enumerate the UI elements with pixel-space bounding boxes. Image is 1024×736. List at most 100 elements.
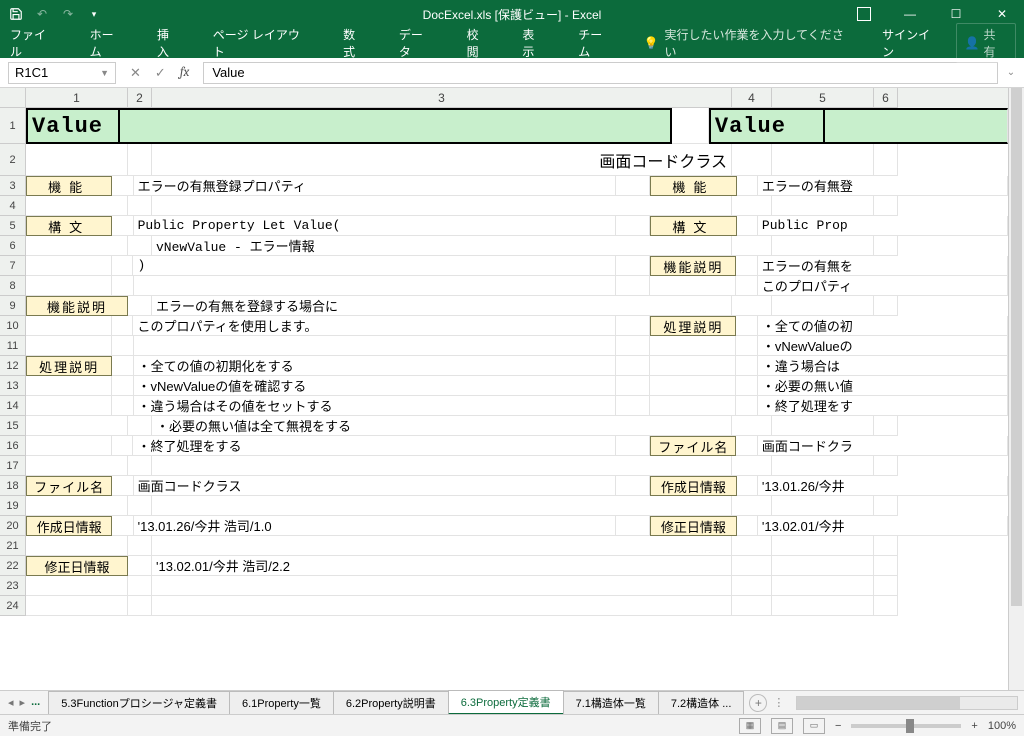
cell[interactable] [874, 576, 898, 596]
cell[interactable] [825, 108, 1008, 144]
cell[interactable] [736, 396, 757, 416]
cell[interactable] [26, 316, 112, 336]
cell[interactable] [650, 276, 736, 296]
col-header[interactable]: 4 [732, 88, 772, 108]
label-koubun[interactable]: 構文 [26, 216, 112, 236]
cell[interactable] [616, 476, 651, 496]
row-header[interactable]: 13 [0, 376, 26, 396]
cell[interactable] [874, 236, 898, 256]
cell[interactable] [874, 496, 898, 516]
select-all-corner[interactable] [0, 88, 26, 108]
cell[interactable] [26, 576, 128, 596]
col-header[interactable]: 3 [152, 88, 732, 108]
cell[interactable] [26, 596, 128, 616]
cells-area[interactable]: Value Value 画面コードクラス 機能 [26, 108, 1008, 690]
cell[interactable] [112, 436, 133, 456]
cell[interactable]: ) [133, 256, 615, 276]
cell[interactable] [120, 108, 672, 144]
cell[interactable] [772, 144, 874, 176]
cell[interactable] [112, 396, 133, 416]
cell[interactable] [616, 276, 651, 296]
label-shori-setsumei[interactable]: 処理説明 [26, 356, 112, 376]
cell[interactable] [112, 316, 133, 336]
chevron-down-icon[interactable]: ▼ [100, 68, 109, 78]
cell[interactable] [616, 176, 651, 196]
cell[interactable] [134, 276, 616, 296]
save-icon[interactable] [8, 6, 24, 22]
col-header[interactable]: 5 [772, 88, 874, 108]
cell[interactable] [736, 376, 757, 396]
cell[interactable] [128, 456, 152, 476]
cell[interactable] [672, 108, 709, 144]
cell[interactable] [26, 536, 128, 556]
cell[interactable]: 画面コードクラス [134, 476, 616, 496]
row-header[interactable]: 8 [0, 276, 26, 296]
cell[interactable]: このプロパティを使用します。 [133, 316, 615, 336]
cell[interactable] [772, 576, 874, 596]
row-header[interactable]: 3 [0, 176, 26, 196]
cell[interactable] [737, 216, 758, 236]
col-header[interactable]: 6 [874, 88, 898, 108]
cell[interactable] [112, 376, 133, 396]
cell[interactable] [152, 596, 732, 616]
cell[interactable] [732, 296, 772, 316]
cell[interactable] [732, 416, 772, 436]
label-file[interactable]: ファイル名 [26, 476, 112, 496]
cell[interactable] [128, 236, 152, 256]
row-header[interactable]: 7 [0, 256, 26, 276]
cell[interactable] [616, 356, 651, 376]
label-kinou[interactable]: 機能 [650, 176, 736, 196]
cell[interactable]: ・全ての値の初期化をする [134, 356, 616, 376]
row-header[interactable]: 15 [0, 416, 26, 436]
cell[interactable] [26, 396, 112, 416]
expand-formula-icon[interactable]: ⌄ [1004, 67, 1018, 78]
cell[interactable] [650, 396, 736, 416]
cancel-icon[interactable]: ✕ [130, 65, 141, 81]
cell[interactable] [732, 456, 772, 476]
cell[interactable] [26, 236, 128, 256]
view-page-break-icon[interactable]: ▭ [803, 718, 825, 734]
cell[interactable]: '13.01.26/今井 [758, 476, 1008, 496]
cell[interactable] [616, 256, 651, 276]
cell[interactable] [772, 596, 874, 616]
cell[interactable] [26, 256, 112, 276]
cell[interactable] [772, 536, 874, 556]
cell[interactable]: ・終了処理をす [758, 396, 1008, 416]
sheet-tab[interactable]: 6.2Property説明書 [333, 691, 449, 714]
row-header[interactable]: 20 [0, 516, 26, 536]
horizontal-scrollbar[interactable] [796, 696, 1018, 710]
cell[interactable] [26, 276, 112, 296]
cell[interactable] [874, 416, 898, 436]
cell[interactable] [736, 336, 757, 356]
cell[interactable] [736, 436, 757, 456]
cell[interactable] [874, 536, 898, 556]
label-sakusei[interactable]: 作成日情報 [26, 516, 112, 536]
scroll-thumb[interactable] [797, 697, 959, 709]
cell[interactable] [112, 256, 133, 276]
label-shusei[interactable]: 修正日情報 [650, 516, 736, 536]
qat-dropdown-icon[interactable]: ▾ [86, 6, 102, 22]
cell[interactable] [26, 376, 112, 396]
cell[interactable] [128, 416, 152, 436]
row-header[interactable]: 12 [0, 356, 26, 376]
cell[interactable] [152, 456, 732, 476]
redo-icon[interactable]: ↷ [60, 6, 76, 22]
row-header[interactable]: 9 [0, 296, 26, 316]
sheet-tab-active[interactable]: 6.3Property定義書 [448, 690, 564, 715]
cell[interactable]: ・違う場合は [758, 356, 1008, 376]
ribbon-display-icon[interactable] [842, 0, 886, 28]
cell[interactable] [616, 376, 651, 396]
cell[interactable] [134, 336, 616, 356]
cell[interactable] [26, 144, 128, 176]
row-header[interactable]: 6 [0, 236, 26, 256]
cell[interactable]: Public Prop [758, 216, 1008, 236]
cell[interactable] [772, 556, 874, 576]
enter-icon[interactable]: ✓ [155, 65, 166, 81]
cell[interactable] [732, 596, 772, 616]
cell[interactable] [26, 496, 128, 516]
view-normal-icon[interactable]: ▦ [739, 718, 761, 734]
cell[interactable] [732, 236, 772, 256]
cell[interactable] [732, 536, 772, 556]
cell[interactable] [616, 436, 651, 456]
cell[interactable] [874, 456, 898, 476]
